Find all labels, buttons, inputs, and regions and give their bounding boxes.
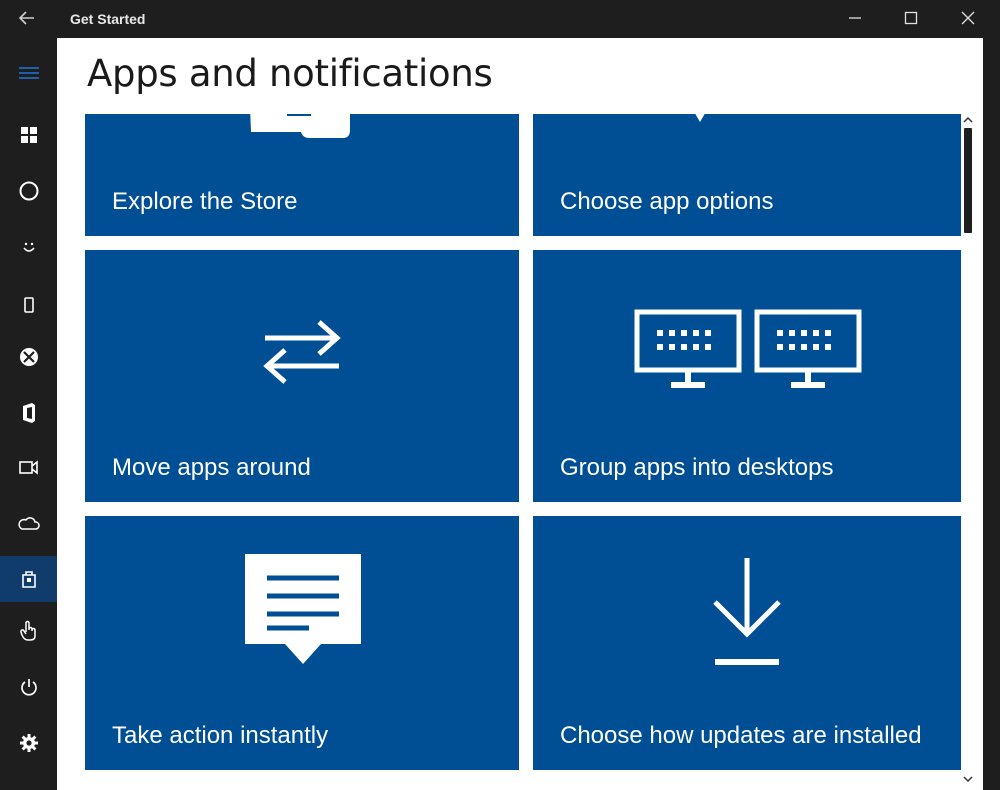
edge-browser-icon xyxy=(18,460,38,475)
smiley-icon xyxy=(22,242,35,252)
settings-gear-icon xyxy=(19,734,38,752)
page-title: Apps and notifications xyxy=(87,52,493,95)
tile-choose-updates[interactable]: Choose how updates are installed xyxy=(533,516,965,770)
tile-choose-app-options[interactable]: Choose app options xyxy=(533,114,965,236)
tile-label: Take action instantly xyxy=(112,722,329,749)
swap-arrows-icon xyxy=(263,320,341,384)
xbox-icon xyxy=(19,348,38,366)
maximize-icon xyxy=(904,11,918,25)
minimize-icon xyxy=(849,17,861,19)
sidebar-item-welcome[interactable] xyxy=(0,112,57,158)
tile-label: Choose how updates are installed xyxy=(560,722,922,749)
close-button[interactable] xyxy=(948,4,988,32)
touch-hand-icon xyxy=(19,620,36,641)
sidebar-item-onedrive[interactable] xyxy=(0,500,57,546)
tile-group-apps-desktops[interactable]: Group apps into desktops xyxy=(533,250,965,502)
sidebar-item-cortana[interactable] xyxy=(0,168,57,214)
sidebar-item-office[interactable] xyxy=(0,390,57,436)
scroll-down-icon[interactable] xyxy=(963,774,973,784)
hamburger-menu-icon xyxy=(18,67,39,79)
sidebar-item-touch[interactable] xyxy=(0,608,57,654)
tile-label: Explore the Store xyxy=(112,188,298,215)
power-icon xyxy=(20,679,37,696)
tile-label: Choose app options xyxy=(560,188,774,215)
window-title: Get Started xyxy=(70,11,146,27)
tile-take-action-instantly[interactable]: Take action instantly xyxy=(85,516,519,770)
sidebar-nav xyxy=(0,38,57,790)
back-button[interactable] xyxy=(14,6,40,30)
tile-move-apps-around[interactable]: Move apps around xyxy=(85,250,519,502)
phone-icon xyxy=(23,297,34,313)
hamburger-menu-button[interactable] xyxy=(0,50,57,96)
notification-message-icon xyxy=(245,554,361,664)
maximize-button[interactable] xyxy=(891,4,931,32)
sidebar-item-phone[interactable] xyxy=(0,282,57,328)
onedrive-cloud-icon xyxy=(17,517,40,530)
cortana-circle-icon xyxy=(19,181,38,201)
sidebar-item-settings[interactable] xyxy=(0,720,57,766)
tile-grid: Explore the Store Choose app options Mov… xyxy=(85,114,965,770)
app-options-icon xyxy=(695,114,705,122)
two-monitors-icon xyxy=(634,309,862,388)
office-icon xyxy=(22,403,35,423)
download-arrow-icon xyxy=(713,558,781,665)
sidebar-item-store[interactable] xyxy=(0,556,57,602)
sidebar-item-edge[interactable] xyxy=(0,444,57,490)
back-arrow-icon xyxy=(18,11,34,25)
sidebar-item-feedback[interactable] xyxy=(0,224,57,270)
sidebar-item-xbox[interactable] xyxy=(0,334,57,380)
tile-explore-store[interactable]: Explore the Store xyxy=(85,114,519,236)
windows-logo-icon xyxy=(20,127,37,143)
tile-label: Group apps into desktops xyxy=(560,454,834,481)
scrollbar-thumb[interactable] xyxy=(964,128,972,233)
tile-label: Move apps around xyxy=(112,454,311,481)
close-icon xyxy=(961,11,975,25)
title-bar: Get Started xyxy=(0,0,1000,38)
store-icon xyxy=(250,114,350,138)
store-bag-icon xyxy=(21,571,36,588)
minimize-button[interactable] xyxy=(835,4,875,32)
main-content: Apps and notifications Explore the Store… xyxy=(57,38,983,790)
vertical-scrollbar[interactable] xyxy=(961,112,975,790)
sidebar-item-power[interactable] xyxy=(0,664,57,710)
scroll-up-icon[interactable] xyxy=(963,115,973,125)
